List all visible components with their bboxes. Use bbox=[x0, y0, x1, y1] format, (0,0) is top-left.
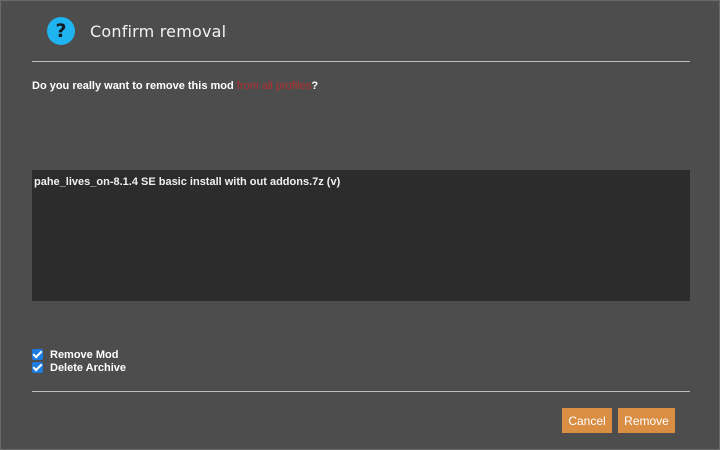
delete-archive-checkbox[interactable] bbox=[32, 362, 43, 373]
removal-options: Remove Mod Delete Archive bbox=[32, 348, 126, 374]
cancel-button[interactable]: Cancel bbox=[562, 408, 612, 433]
question-prefix: Do you really want to remove this mod bbox=[32, 80, 234, 92]
question-icon: ? bbox=[47, 17, 75, 45]
confirmation-question: Do you really want to remove this mod fr… bbox=[32, 80, 318, 92]
delete-archive-label[interactable]: Delete Archive bbox=[50, 362, 126, 374]
delete-archive-option[interactable]: Delete Archive bbox=[32, 361, 126, 374]
list-item[interactable]: pahe_lives_on-8.1.4 SE basic install wit… bbox=[34, 176, 688, 188]
remove-mod-label[interactable]: Remove Mod bbox=[50, 349, 118, 361]
question-highlight: from all profiles bbox=[236, 80, 312, 92]
dialog-header: ? Confirm removal bbox=[1, 1, 719, 61]
remove-button[interactable]: Remove bbox=[618, 408, 675, 433]
remove-mod-checkbox[interactable] bbox=[32, 349, 43, 360]
confirm-removal-dialog: ? Confirm removal Do you really want to … bbox=[0, 0, 720, 450]
remove-mod-option[interactable]: Remove Mod bbox=[32, 348, 126, 361]
question-suffix: ? bbox=[311, 80, 319, 92]
footer-divider bbox=[32, 391, 690, 392]
mod-list[interactable]: pahe_lives_on-8.1.4 SE basic install wit… bbox=[32, 170, 690, 301]
header-divider bbox=[32, 61, 690, 62]
dialog-title: Confirm removal bbox=[90, 22, 227, 41]
